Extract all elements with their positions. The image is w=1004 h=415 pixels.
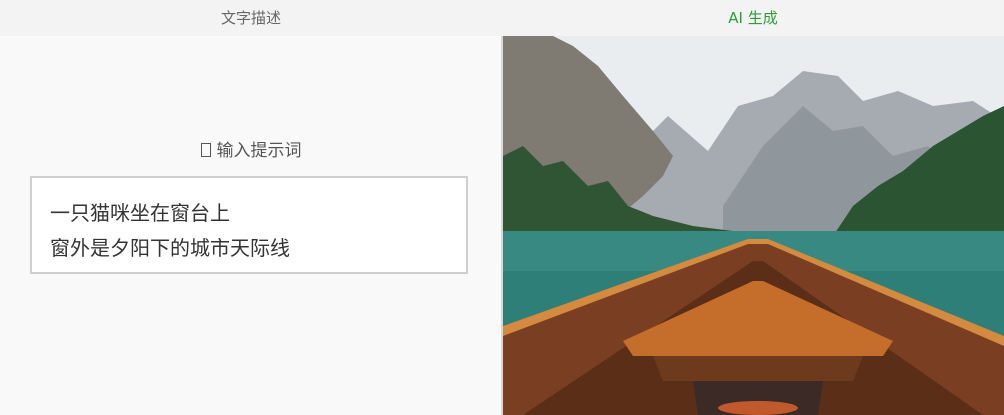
prompt-textbox[interactable]: 一只猫咪坐在窗台上 窗外是夕阳下的城市天际线: [30, 176, 468, 274]
prompt-hint: 输入提示词: [0, 136, 502, 161]
boat-lake-illustration: [503, 36, 1004, 415]
app-root: 文字描述 AI 生成 输入提示词 一只猫咪坐在窗台上 窗外是夕阳下的城市天际线: [0, 0, 1004, 415]
generated-image: [503, 36, 1004, 415]
edit-icon: [200, 143, 211, 157]
prompt-panel: 输入提示词 一只猫咪坐在窗台上 窗外是夕阳下的城市天际线: [0, 36, 502, 415]
tab-ai-generation[interactable]: AI 生成: [502, 0, 1004, 36]
prompt-hint-label: 输入提示词: [216, 141, 302, 161]
tab-text-description[interactable]: 文字描述: [0, 0, 502, 36]
